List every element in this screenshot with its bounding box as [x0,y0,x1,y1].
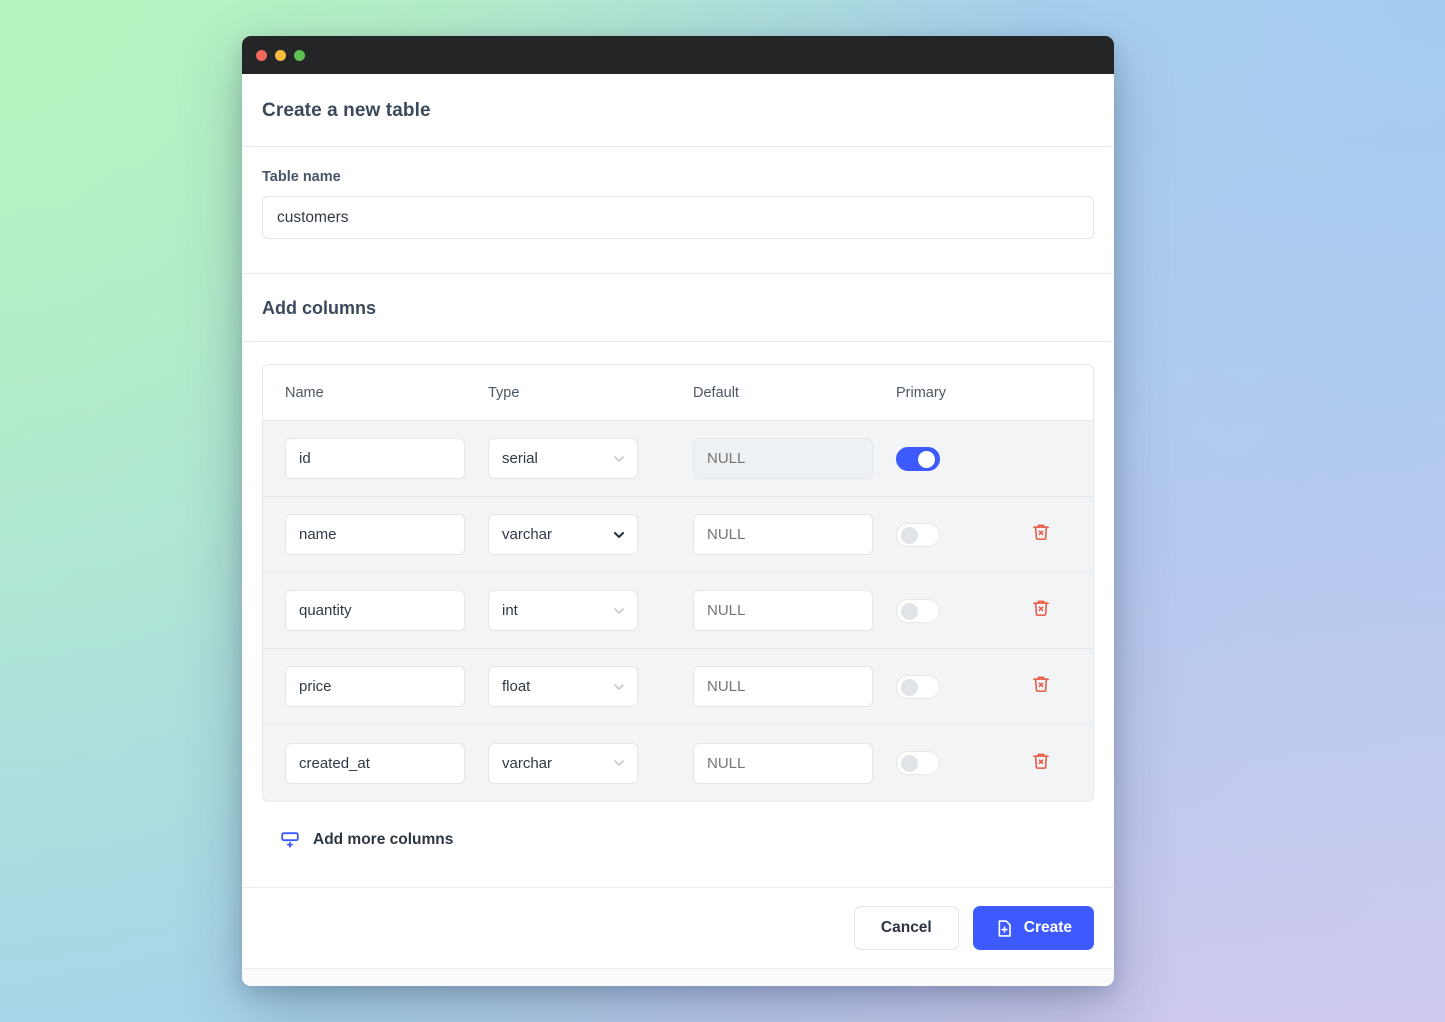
delete-column-button[interactable] [1028,750,1054,776]
delete-column-button[interactable] [1028,674,1054,700]
column-default-input[interactable] [693,514,873,555]
column-name-input[interactable] [285,742,465,784]
column-type-select[interactable]: float [488,666,638,707]
primary-key-toggle[interactable] [896,674,940,699]
create-button[interactable]: Create [972,906,1094,950]
column-type-value: int [502,602,518,619]
column-name-input[interactable] [285,514,465,555]
delete-column-button[interactable] [1028,598,1054,624]
columns-table: Name Type Default Primary serial varchar i… [262,364,1094,802]
column-type-select[interactable]: varchar [488,742,638,784]
trash-icon [1031,674,1051,699]
toggle-knob [918,450,935,468]
page-title: Create a new table [262,100,431,121]
add-row-icon [280,830,300,850]
add-more-columns-button[interactable]: Add more columns [262,802,1094,850]
modal-header: Create a new table [242,74,1114,147]
window-titlebar [242,36,1114,74]
app-window: Create a new table Table name Add column… [242,36,1114,986]
primary-key-toggle[interactable] [896,598,940,623]
table-row: serial [263,421,1093,497]
table-name-label: Table name [262,169,341,185]
table-row: varchar [263,497,1093,573]
trash-icon [1031,522,1051,547]
columns-table-header: Name Type Default Primary [263,365,1093,421]
add-columns-header: Add columns [242,274,1114,342]
table-row: float [263,649,1093,725]
column-type-value: varchar [502,526,553,543]
toggle-knob [901,755,918,772]
toggle-knob [901,602,918,620]
primary-key-toggle[interactable] [896,446,940,471]
column-default-input[interactable] [693,742,873,784]
minimize-window-button[interactable] [275,49,286,61]
column-header-default: Default [693,384,739,401]
add-more-columns-label: Add more columns [313,831,454,848]
close-window-button[interactable] [256,49,267,61]
trash-icon [1031,751,1051,776]
trash-icon [1031,598,1051,623]
window-bottom-strip [242,968,1114,986]
delete-column-button[interactable] [1028,522,1054,548]
column-header-name: Name [285,384,324,401]
column-default-input[interactable] [693,590,873,631]
create-button-label: Create [1023,919,1072,936]
table-name-input[interactable] [262,196,1094,239]
add-columns-title: Add columns [262,298,377,318]
columns-table-body: serial varchar int float varchar [263,421,1093,801]
document-plus-icon [995,919,1014,938]
table-row: varchar [263,725,1093,801]
column-default-input [693,438,873,479]
primary-key-toggle[interactable] [896,522,940,547]
column-name-input[interactable] [285,666,465,707]
column-header-type: Type [488,384,520,401]
column-type-value: float [502,678,531,695]
column-type-select[interactable]: varchar [488,514,638,555]
column-name-input[interactable] [285,590,465,631]
table-row: int [263,573,1093,649]
primary-key-toggle[interactable] [896,751,940,775]
column-name-input[interactable] [285,438,465,479]
column-type-select[interactable]: int [488,590,638,631]
table-name-section: Table name [242,147,1114,274]
zoom-window-button[interactable] [294,49,305,61]
column-default-input[interactable] [693,666,873,707]
column-type-value: varchar [502,754,553,772]
modal-footer: Cancel Create [242,887,1114,968]
toggle-knob [901,526,918,544]
column-header-primary: Primary [896,384,946,401]
toggle-knob [901,678,918,696]
columns-section-body: Name Type Default Primary serial varchar i… [242,342,1114,887]
column-type-select[interactable]: serial [488,438,638,479]
cancel-button[interactable]: Cancel [853,906,959,950]
column-type-value: serial [502,450,538,467]
